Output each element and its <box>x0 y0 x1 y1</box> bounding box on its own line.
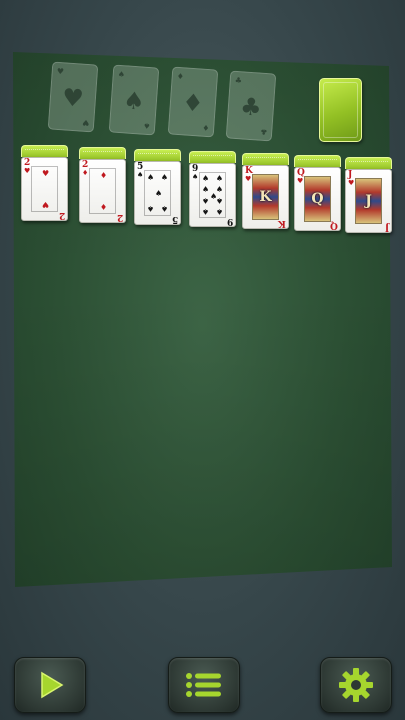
menu-button[interactable] <box>168 657 240 713</box>
foundation-clubs[interactable]: ♣ ♣ ♣ <box>225 70 277 142</box>
card-2-hearts[interactable]: 2 ♥ ♥ ♥ 2 <box>21 157 68 221</box>
heart-icon: ♥ <box>42 169 50 178</box>
foundation-clubs-corner: ♣ <box>234 75 243 86</box>
card-rank: K <box>259 189 272 205</box>
card-rank: Q <box>311 191 324 207</box>
diamond-icon: ♦ <box>100 202 108 211</box>
stock-pile[interactable] <box>319 78 362 142</box>
card-king-hearts[interactable]: K ♥ K K <box>242 165 289 229</box>
club-icon: ♣ <box>239 92 263 122</box>
spade-icon: ♠ <box>155 189 163 198</box>
heart-icon: ♥ <box>297 177 304 185</box>
heart-icon: ♥ <box>24 167 31 175</box>
spade-icon: ♠ <box>202 207 210 216</box>
face-down-card <box>345 157 392 169</box>
face-down-card <box>294 155 341 167</box>
card-rank: 2 <box>116 212 123 222</box>
face-down-card <box>189 151 236 163</box>
face-down-card <box>134 149 181 161</box>
foundation-spades[interactable]: ♠ ♠ ♠ <box>108 64 160 136</box>
tableau-column-3[interactable]: 5 ♠ ♠ ♠ ♠ ♠ ♠ 5 <box>134 149 181 225</box>
tableau-column-1[interactable]: 2 ♥ ♥ ♥ 2 <box>21 145 68 221</box>
card-rank: J <box>384 222 389 232</box>
card-9-spades[interactable]: 9 ♠ ♠ ♠ ♠ ♠ ♠ ♠ ♠ ♠ ♠ 9 <box>189 163 236 227</box>
spade-icon: ♠ <box>202 196 210 205</box>
gear-icon <box>339 668 373 702</box>
foundation-hearts[interactable]: ♥ ♥ ♥ <box>47 61 99 133</box>
heart-icon: ♥ <box>348 179 355 187</box>
spade-icon: ♠ <box>160 204 168 213</box>
foundation-spades-corner-br: ♠ <box>142 120 151 131</box>
card-rank: 2 <box>58 210 65 220</box>
spade-icon: ♠ <box>122 86 146 116</box>
heart-icon: ♥ <box>42 200 50 209</box>
face-down-card <box>21 145 68 157</box>
spade-icon: ♠ <box>160 173 168 182</box>
play-icon <box>41 671 64 699</box>
diamond-icon: ♦ <box>82 169 89 177</box>
face-down-card <box>242 153 289 165</box>
card-rank: 5 <box>171 214 178 224</box>
tableau-column-6[interactable]: Q ♥ Q Q <box>294 155 341 231</box>
king-portrait: K <box>252 174 279 220</box>
face-down-card <box>79 147 126 159</box>
card-5-spades[interactable]: 5 ♠ ♠ ♠ ♠ ♠ ♠ 5 <box>134 161 181 225</box>
card-queen-hearts[interactable]: Q ♥ Q Q <box>294 167 341 231</box>
card-rank: K <box>278 218 286 228</box>
card-face: ♦ ♦ <box>89 168 116 214</box>
foundation-diamonds-corner: ♦ <box>176 71 185 82</box>
card-face: ♠ ♠ ♠ ♠ ♠ <box>144 170 171 216</box>
card-face: ♥ ♥ <box>31 166 58 212</box>
card-jack-hearts[interactable]: J ♥ J J <box>345 169 392 233</box>
diamond-icon: ♦ <box>100 171 108 180</box>
card-2-diamonds[interactable]: 2 ♦ ♦ ♦ 2 <box>79 159 126 223</box>
foundation-hearts-corner: ♥ <box>56 66 65 77</box>
play-button[interactable] <box>14 657 86 713</box>
card-rank: J <box>365 193 372 209</box>
card-rank: 9 <box>226 216 233 226</box>
tableau-column-2[interactable]: 2 ♦ ♦ ♦ 2 <box>79 147 126 223</box>
card-face: ♠ ♠ ♠ ♠ ♠ ♠ ♠ ♠ ♠ <box>199 172 226 218</box>
foundation-diamonds-corner-br: ♦ <box>201 122 210 133</box>
menu-list-icon <box>186 673 221 697</box>
heart-icon: ♥ <box>245 175 252 183</box>
spade-icon: ♠ <box>192 173 199 181</box>
spade-icon: ♠ <box>137 171 144 179</box>
spade-icon: ♠ <box>215 196 223 205</box>
spade-icon: ♠ <box>202 185 210 194</box>
queen-portrait: Q <box>304 176 331 222</box>
heart-icon: ♥ <box>61 83 85 113</box>
foundation-clubs-corner-br: ♣ <box>259 126 268 137</box>
spade-icon: ♠ <box>147 204 155 213</box>
spade-icon: ♠ <box>202 174 210 183</box>
tableau-column-7[interactable]: J ♥ J J <box>345 157 392 233</box>
spade-icon: ♠ <box>215 207 223 216</box>
foundation-spades-corner: ♠ <box>117 69 126 80</box>
card-rank: Q <box>330 220 338 230</box>
foundation-diamonds[interactable]: ♦ ♦ ♦ <box>167 66 219 138</box>
tableau-column-4[interactable]: 9 ♠ ♠ ♠ ♠ ♠ ♠ ♠ ♠ ♠ ♠ 9 <box>189 151 236 227</box>
diamond-icon: ♦ <box>181 88 205 118</box>
spade-icon: ♠ <box>215 174 223 183</box>
jack-portrait: J <box>355 178 382 224</box>
settings-button[interactable] <box>320 657 392 713</box>
foundation-hearts-corner-br: ♥ <box>81 117 90 128</box>
spade-icon: ♠ <box>147 173 155 182</box>
tableau-column-5[interactable]: K ♥ K K <box>242 153 289 229</box>
